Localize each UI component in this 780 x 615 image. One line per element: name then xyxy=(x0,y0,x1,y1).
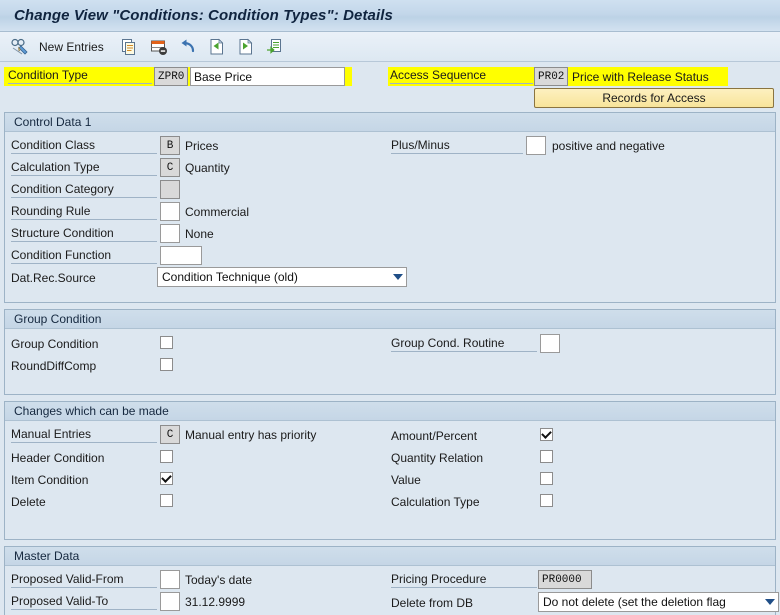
dat-rec-source-value: Condition Technique (old) xyxy=(162,270,298,284)
proposed-valid-from-label: Proposed Valid-From xyxy=(11,571,157,588)
proposed-valid-from-input[interactable] xyxy=(160,570,180,589)
changes-group: Changes which can be made Manual Entries… xyxy=(4,401,776,540)
item-condition-checkbox[interactable] xyxy=(160,472,173,485)
chevron-down-icon xyxy=(390,274,406,280)
condition-class-text: Prices xyxy=(185,139,219,153)
item-condition-label: Item Condition xyxy=(11,473,89,487)
header-key-fields: Condition Type Access Sequence Price wit… xyxy=(0,62,780,108)
dat-rec-source-dropdown[interactable]: Condition Technique (old) xyxy=(157,267,407,287)
delete-from-db-label: Delete from DB xyxy=(391,596,474,610)
master-data-title: Master Data xyxy=(5,547,775,566)
condition-category-label: Condition Category xyxy=(11,181,157,198)
dat-rec-source-label: Dat.Rec.Source xyxy=(11,271,96,285)
changes-title: Changes which can be made xyxy=(5,402,775,421)
new-entries-button[interactable]: New Entries xyxy=(37,40,112,54)
rounding-rule-label: Rounding Rule xyxy=(11,203,157,220)
amount-percent-label: Amount/Percent xyxy=(391,429,478,443)
control-data-1-title: Control Data 1 xyxy=(5,113,775,132)
calculation-type-label: Calculation Type xyxy=(11,159,157,176)
details-table-icon[interactable] xyxy=(264,36,286,58)
main-toolbar: New Entries xyxy=(0,32,780,62)
proposed-valid-from-text: Today's date xyxy=(185,573,253,587)
delete-label: Delete xyxy=(11,495,46,509)
access-sequence-label: Access Sequence xyxy=(390,67,533,84)
plus-minus-text: positive and negative xyxy=(552,139,665,153)
condition-class-key-input[interactable] xyxy=(160,136,180,155)
condition-function-label: Condition Function xyxy=(11,247,157,264)
manual-entries-label: Manual Entries xyxy=(11,426,157,443)
next-entry-icon[interactable] xyxy=(235,36,257,58)
condition-function-input[interactable] xyxy=(160,246,202,265)
calculation-type-key-input[interactable] xyxy=(160,158,180,177)
manual-entries-key-input[interactable] xyxy=(160,425,180,444)
value-label: Value xyxy=(391,473,421,487)
condition-class-label: Condition Class xyxy=(11,137,157,154)
proposed-valid-to-label: Proposed Valid-To xyxy=(11,593,157,610)
control-data-1-body: Condition Class Prices Calculation Type … xyxy=(5,132,775,302)
manual-entries-text: Manual entry has priority xyxy=(185,428,317,442)
delete-from-db-value: Do not delete (set the deletion flag xyxy=(543,595,726,609)
delete-checkbox[interactable] xyxy=(160,494,173,507)
copy-icon[interactable] xyxy=(119,36,141,58)
quantity-relation-label: Quantity Relation xyxy=(391,451,484,465)
page-title: Change View "Conditions: Condition Types… xyxy=(14,7,393,24)
condition-category-key-input[interactable] xyxy=(160,180,180,199)
detail-form: Condition Type Access Sequence Price wit… xyxy=(0,62,780,615)
value-checkbox[interactable] xyxy=(540,472,553,485)
calculation-type-text: Quantity xyxy=(185,161,230,175)
pricing-procedure-label: Pricing Procedure xyxy=(391,571,537,588)
proposed-valid-to-text: 31.12.9999 xyxy=(185,595,246,609)
changes-body: Manual Entries Manual entry has priority… xyxy=(5,421,775,539)
group-condition-label: Group Condition xyxy=(11,337,99,351)
header-condition-checkbox[interactable] xyxy=(160,450,173,463)
access-sequence-key-input[interactable] xyxy=(534,67,568,86)
header-condition-label: Header Condition xyxy=(11,451,105,465)
master-data-body: Proposed Valid-From Today's date Propose… xyxy=(5,566,779,615)
pricing-procedure-input[interactable] xyxy=(538,570,592,589)
group-condition-title: Group Condition xyxy=(5,310,775,329)
condition-type-key-input[interactable] xyxy=(154,67,188,86)
calculation-type-change-label: Calculation Type xyxy=(391,495,480,509)
chevron-down-icon xyxy=(762,599,778,605)
round-diff-comp-checkbox[interactable] xyxy=(160,358,173,371)
group-cond-routine-label: Group Cond. Routine xyxy=(391,335,537,352)
display-change-glasses-pencil-icon[interactable] xyxy=(8,36,30,58)
previous-entry-icon[interactable] xyxy=(206,36,228,58)
records-for-access-button[interactable]: Records for Access xyxy=(534,88,774,108)
undo-icon[interactable] xyxy=(177,36,199,58)
rounding-rule-text: Commercial xyxy=(185,205,250,219)
structure-condition-label: Structure Condition xyxy=(11,225,157,242)
plus-minus-label: Plus/Minus xyxy=(391,137,523,154)
master-data-group: Master Data Proposed Valid-From Today's … xyxy=(4,546,779,615)
control-data-1-group: Control Data 1 Condition Class Prices Ca… xyxy=(4,112,776,303)
calculation-type-change-checkbox[interactable] xyxy=(540,494,553,507)
structure-condition-key-input[interactable] xyxy=(160,224,180,243)
structure-condition-text: None xyxy=(185,227,214,241)
plus-minus-input[interactable] xyxy=(526,136,546,155)
group-cond-routine-input[interactable] xyxy=(540,334,560,353)
round-diff-comp-label: RoundDiffComp xyxy=(11,359,97,373)
condition-type-text-input[interactable] xyxy=(190,67,345,86)
quantity-relation-checkbox[interactable] xyxy=(540,450,553,463)
access-sequence-text: Price with Release Status xyxy=(572,70,709,84)
rounding-rule-key-input[interactable] xyxy=(160,202,180,221)
group-condition-body: Group Condition RoundDiffComp Group Cond… xyxy=(5,329,775,394)
group-condition-group: Group Condition Group Condition RoundDif… xyxy=(4,309,776,395)
delete-from-db-dropdown[interactable]: Do not delete (set the deletion flag xyxy=(538,592,779,612)
amount-percent-checkbox[interactable] xyxy=(540,428,553,441)
delete-row-icon[interactable] xyxy=(148,36,170,58)
condition-type-label: Condition Type xyxy=(8,67,152,84)
proposed-valid-to-input[interactable] xyxy=(160,592,180,611)
group-condition-checkbox[interactable] xyxy=(160,336,173,349)
window-titlebar: Change View "Conditions: Condition Types… xyxy=(0,0,780,32)
